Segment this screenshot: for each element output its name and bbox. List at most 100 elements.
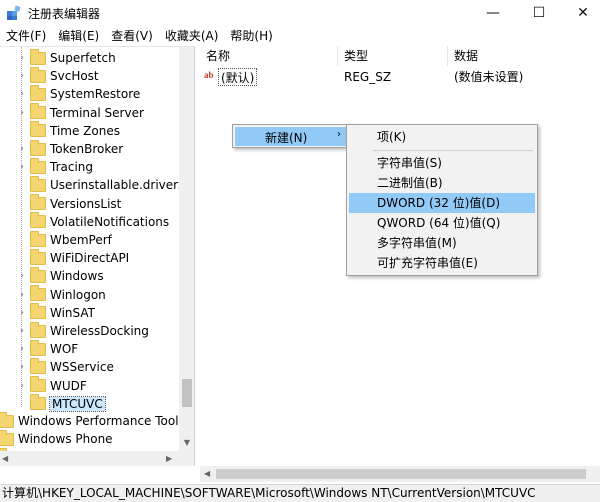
menu-file[interactable]: 文件(F) — [0, 26, 52, 46]
tree-item-label: Userinstallable.drivers — [50, 178, 185, 193]
chevron-right-icon[interactable]: › — [16, 144, 28, 154]
folder-icon — [30, 394, 46, 411]
maximize-button[interactable]: ☐ — [516, 0, 562, 26]
tree-scroll-thumb[interactable] — [182, 379, 192, 407]
tree-item[interactable]: › Winlogon — [16, 285, 106, 304]
value-data: (数值未设置) — [454, 70, 524, 84]
column-header-type[interactable]: 类型 — [338, 46, 448, 66]
folder-icon — [30, 84, 46, 101]
menu-view[interactable]: 查看(V) — [105, 26, 159, 46]
folder-icon — [30, 303, 46, 320]
tree-item[interactable]: › SvcHost — [16, 66, 99, 85]
chevron-right-icon[interactable]: › — [16, 308, 28, 318]
tree-item[interactable]: › SystemRestore — [16, 84, 141, 103]
tree-item-label: WOF — [50, 342, 79, 357]
tree-item[interactable]: › Terminal Server — [16, 103, 144, 122]
chevron-right-icon[interactable]: › — [16, 271, 28, 281]
tree-vertical-scrollbar[interactable]: ▼ — [179, 47, 194, 451]
values-horizontal-scrollbar[interactable]: ◀ — [200, 466, 600, 482]
submenu-item-string[interactable]: 字符串值(S) — [349, 153, 535, 173]
submenu-item-qword[interactable]: QWORD (64 位)值(Q) — [349, 213, 535, 233]
registry-tree[interactable]: › Superfetch › SvcHost › SystemRestore › Termin… — [0, 46, 195, 466]
string-value-icon: ab — [204, 70, 214, 80]
menu-edit[interactable]: 编辑(E) — [52, 26, 105, 46]
folder-icon — [30, 48, 46, 65]
tree-item-label: TokenBroker — [50, 142, 124, 156]
tree-item[interactable]: WiFiDirectAPI — [16, 248, 129, 267]
scroll-down-arrow-icon[interactable]: ▼ — [179, 435, 194, 451]
folder-icon — [30, 285, 46, 302]
tree-item-label: WUDF — [50, 378, 87, 393]
menu-bar: 文件(F) 编辑(E) 查看(V) 收藏夹(A) 帮助(H) — [0, 26, 600, 46]
chevron-right-icon[interactable]: › — [16, 89, 28, 99]
submenu-separator — [373, 150, 533, 151]
tree-item[interactable]: Time Zones — [16, 121, 120, 140]
chevron-right-icon[interactable]: › — [16, 344, 28, 354]
submenu-item-dword[interactable]: DWORD (32 位)值(D) — [349, 193, 535, 213]
tree-item[interactable]: › TokenBroker — [16, 139, 124, 158]
folder-icon — [30, 376, 46, 393]
menu-help[interactable]: 帮助(H) — [224, 26, 278, 46]
submenu-item-multi-string[interactable]: 多字符串值(M) — [349, 233, 535, 253]
folder-icon — [30, 175, 46, 192]
chevron-right-icon[interactable]: › — [16, 71, 28, 81]
submenu-item-expandable-string[interactable]: 可扩充字符串值(E) — [349, 253, 535, 273]
minimize-button[interactable]: — — [470, 0, 516, 26]
folder-icon — [30, 66, 46, 83]
tree-item[interactable]: › Superfetch — [16, 48, 116, 67]
menu-item-new-label: 新建(N) — [265, 131, 308, 145]
folder-icon — [30, 339, 46, 356]
chevron-right-icon[interactable]: › — [16, 326, 28, 336]
tree-item[interactable]: › WinSAT — [16, 303, 95, 322]
tree-item-label: WirelessDocking — [50, 324, 149, 338]
tree-item-label: WinSAT — [50, 305, 95, 320]
submenu-item-binary[interactable]: 二进制值(B) — [349, 173, 535, 193]
chevron-right-icon[interactable]: › — [16, 381, 28, 391]
folder-icon — [30, 266, 46, 283]
tree-item[interactable]: › WOF — [16, 339, 79, 358]
folder-icon — [30, 321, 46, 338]
tree-item-label: Terminal Server — [50, 105, 144, 120]
column-header-name[interactable]: 名称 — [200, 46, 338, 66]
chevron-right-icon[interactable]: › — [16, 108, 28, 118]
tree-item[interactable]: › Tracing — [16, 157, 94, 176]
tree-item[interactable]: › WirelessDocking — [16, 321, 149, 340]
tree-item[interactable]: › WUDF — [16, 376, 87, 395]
values-scroll-thumb[interactable] — [216, 469, 586, 479]
menu-favorites[interactable]: 收藏夹(A) — [159, 26, 225, 46]
close-button[interactable]: ✕ — [560, 0, 600, 26]
value-row[interactable]: ab (默认) REG_SZ (数值未设置) — [200, 68, 600, 86]
chevron-right-icon[interactable]: › — [16, 162, 28, 172]
tree-item-label: MTCUVC — [49, 395, 106, 412]
tree-item-label: VolatileNotifications — [50, 214, 170, 229]
regedit-app-icon — [7, 5, 21, 20]
folder-icon — [30, 194, 46, 211]
tree-item[interactable]: VolatileNotifications — [16, 212, 170, 231]
status-bar-path: 计算机\HKEY_LOCAL_MACHINE\SOFTWARE\Microsof… — [0, 484, 600, 502]
chevron-right-icon[interactable]: › — [16, 53, 28, 63]
scroll-left-arrow-icon[interactable]: ◀ — [2, 451, 8, 466]
chevron-right-icon[interactable]: › — [16, 290, 28, 300]
tree-horizontal-scrollbar[interactable]: ◀ ▶ — [0, 451, 194, 466]
scroll-left-arrow-icon[interactable]: ◀ — [204, 466, 210, 482]
tree-item[interactable]: Userinstallable.drivers — [16, 175, 185, 194]
tree-item[interactable]: Windows Phone — [0, 429, 113, 448]
chevron-right-icon[interactable]: › — [16, 362, 28, 372]
tree-item-label: Windows — [50, 269, 104, 284]
folder-icon — [30, 139, 46, 156]
folder-icon — [30, 248, 46, 265]
tree-item[interactable]: Windows Performance Toolkit — [0, 411, 194, 430]
tree-item-label: Tracing — [50, 160, 94, 175]
tree-item[interactable]: WbemPerf — [16, 230, 112, 249]
submenu-item-key[interactable]: 项(K) — [349, 127, 535, 147]
tree-item[interactable]: › WSService — [16, 357, 114, 376]
scroll-right-arrow-icon[interactable]: ▶ — [166, 451, 172, 466]
tree-item[interactable]: VersionsList — [16, 194, 121, 213]
menu-item-new[interactable]: 新建(N) › — [235, 127, 349, 146]
tree-item-label: SystemRestore — [50, 87, 141, 102]
folder-icon — [0, 429, 14, 446]
value-type: REG_SZ — [344, 70, 392, 84]
column-header-data[interactable]: 数据 — [448, 46, 600, 66]
tree-item[interactable]: MTCUVC — [16, 394, 106, 413]
tree-item[interactable]: › Windows — [16, 266, 104, 285]
